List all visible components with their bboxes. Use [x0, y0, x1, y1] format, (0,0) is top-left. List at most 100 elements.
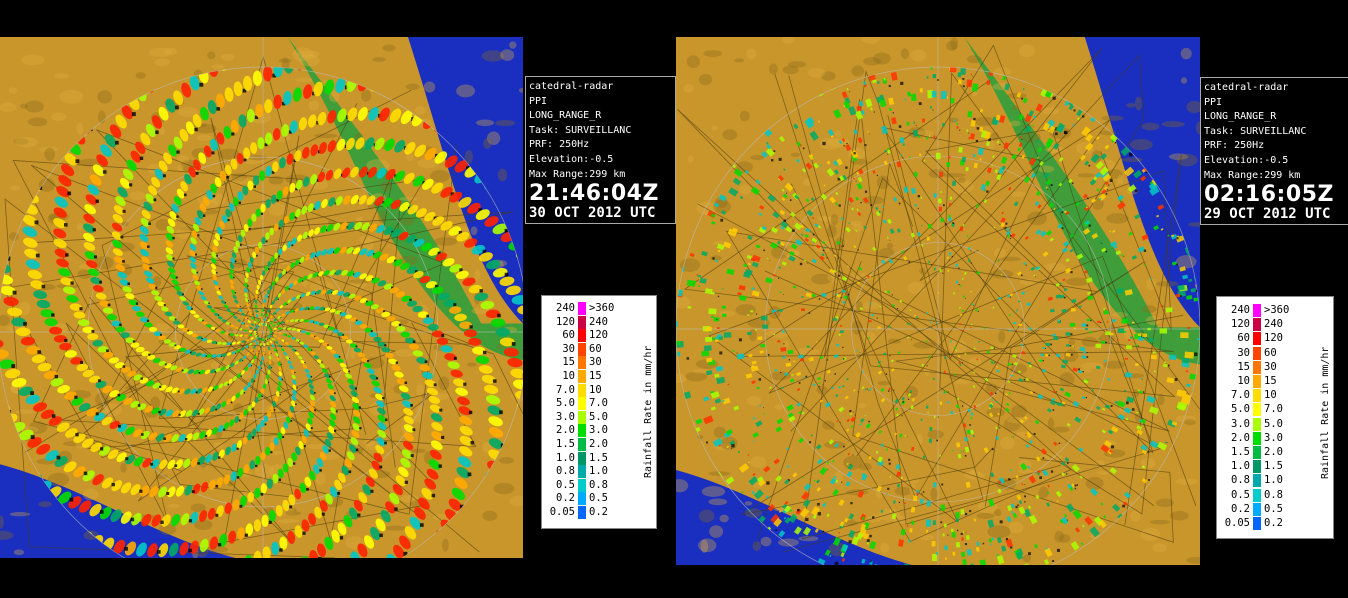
echo-shadow	[897, 308, 899, 310]
echo-shadow	[256, 254, 258, 257]
echo-shadow	[1005, 537, 1009, 541]
legend-high-value: 1.5	[589, 451, 608, 464]
echo-shadow	[822, 249, 825, 252]
echo-shadow	[279, 548, 283, 552]
rain-cell	[970, 73, 973, 76]
echo-shadow	[1027, 434, 1029, 436]
legend-row: 60 120	[1217, 332, 1297, 346]
echo-shadow	[964, 512, 968, 516]
rain-cell	[932, 74, 935, 78]
terrain-relief	[482, 510, 498, 521]
echo-shadow	[215, 513, 219, 517]
echo-shadow	[191, 308, 193, 310]
rain-cell	[942, 123, 945, 127]
echo-shadow	[941, 483, 944, 486]
legend-row: 240 >360	[1217, 304, 1297, 317]
echo-shadow	[147, 245, 150, 248]
echo-shadow	[310, 376, 313, 378]
rain-cell	[913, 121, 916, 124]
rain-cell	[868, 320, 872, 323]
legend-color-swatch	[1253, 431, 1261, 445]
echo-shadow	[220, 355, 223, 357]
echo-shadow	[438, 464, 442, 468]
echo-shadow	[242, 329, 244, 331]
echo-shadow	[907, 436, 908, 437]
echo-shadow	[497, 313, 501, 318]
echo-shadow	[282, 436, 285, 439]
terrain-relief	[8, 87, 17, 95]
rain-cell	[780, 347, 787, 352]
rain-cell	[962, 559, 967, 565]
terrain-relief	[760, 536, 772, 547]
rain-cell	[1103, 310, 1109, 315]
terrain-relief	[994, 247, 1006, 259]
terrain-relief	[746, 48, 757, 60]
echo-shadow	[937, 416, 939, 418]
echo-shadow	[150, 462, 154, 466]
echo-shadow	[968, 132, 970, 134]
terrain-relief	[155, 323, 170, 332]
echo-shadow	[731, 448, 733, 449]
legend-row: 1.5 2.0	[1217, 446, 1297, 459]
rain-cell	[877, 326, 881, 329]
echo-shadow	[1101, 242, 1103, 244]
legend-color-swatch	[1253, 502, 1261, 516]
echo-shadow	[200, 288, 203, 290]
terrain-relief	[470, 226, 478, 236]
echo-shadow	[195, 391, 198, 394]
terrain-relief	[746, 395, 762, 406]
echo-shadow	[917, 317, 919, 319]
echo-shadow	[802, 147, 805, 150]
rain-cell	[705, 326, 712, 332]
legend-row: 120 240	[1217, 318, 1297, 332]
echo-shadow	[303, 445, 306, 448]
echo-shadow	[281, 378, 284, 380]
rain-cell	[721, 305, 726, 309]
terrain-relief	[129, 191, 146, 201]
echo-shadow	[885, 373, 888, 375]
echo-shadow	[247, 285, 249, 287]
echo-shadow	[1167, 364, 1170, 367]
echo-shadow	[146, 319, 150, 322]
echo-shadow	[940, 521, 943, 524]
rain-cell	[969, 327, 972, 329]
terrain-relief	[1134, 96, 1143, 111]
echo-shadow	[1193, 352, 1198, 357]
rain-cell	[1083, 351, 1087, 354]
echo-shadow	[918, 102, 922, 106]
echo-shadow	[1050, 184, 1053, 187]
legend-color-swatch	[578, 329, 586, 343]
rain-cell	[757, 336, 763, 340]
echo-shadow	[969, 510, 972, 513]
echo-shadow	[155, 286, 158, 289]
echo-shadow	[469, 325, 473, 329]
legend-color-swatch	[578, 492, 586, 506]
echo-shadow	[291, 244, 294, 247]
terrain-relief	[277, 519, 300, 524]
rain-cell	[906, 524, 909, 527]
echo-shadow	[908, 261, 911, 264]
echo-shadow	[384, 441, 387, 445]
echo-shadow	[196, 271, 199, 274]
echo-shadow	[1033, 432, 1036, 435]
legend-high-value: 7.0	[589, 397, 608, 410]
echo-shadow	[215, 484, 219, 488]
terrain-relief	[499, 457, 515, 464]
echo-shadow	[900, 81, 904, 85]
rain-cell	[939, 268, 942, 272]
legend-row: 0.2 0.5	[542, 492, 622, 506]
legend-row: 1.0 1.5	[1217, 460, 1297, 474]
rain-cell	[938, 198, 942, 204]
rain-cell	[919, 153, 922, 157]
echo-shadow	[1123, 256, 1125, 257]
terrain-relief	[790, 152, 801, 157]
echo-shadow	[278, 255, 280, 258]
echo-shadow	[1105, 309, 1107, 311]
echo-shadow	[175, 105, 179, 110]
echo-shadow	[273, 409, 276, 411]
echo-shadow	[211, 151, 215, 155]
rain-cell	[1165, 307, 1173, 313]
echo-shadow	[792, 229, 795, 232]
terrain-relief	[27, 117, 48, 127]
echo-shadow	[1021, 97, 1024, 100]
